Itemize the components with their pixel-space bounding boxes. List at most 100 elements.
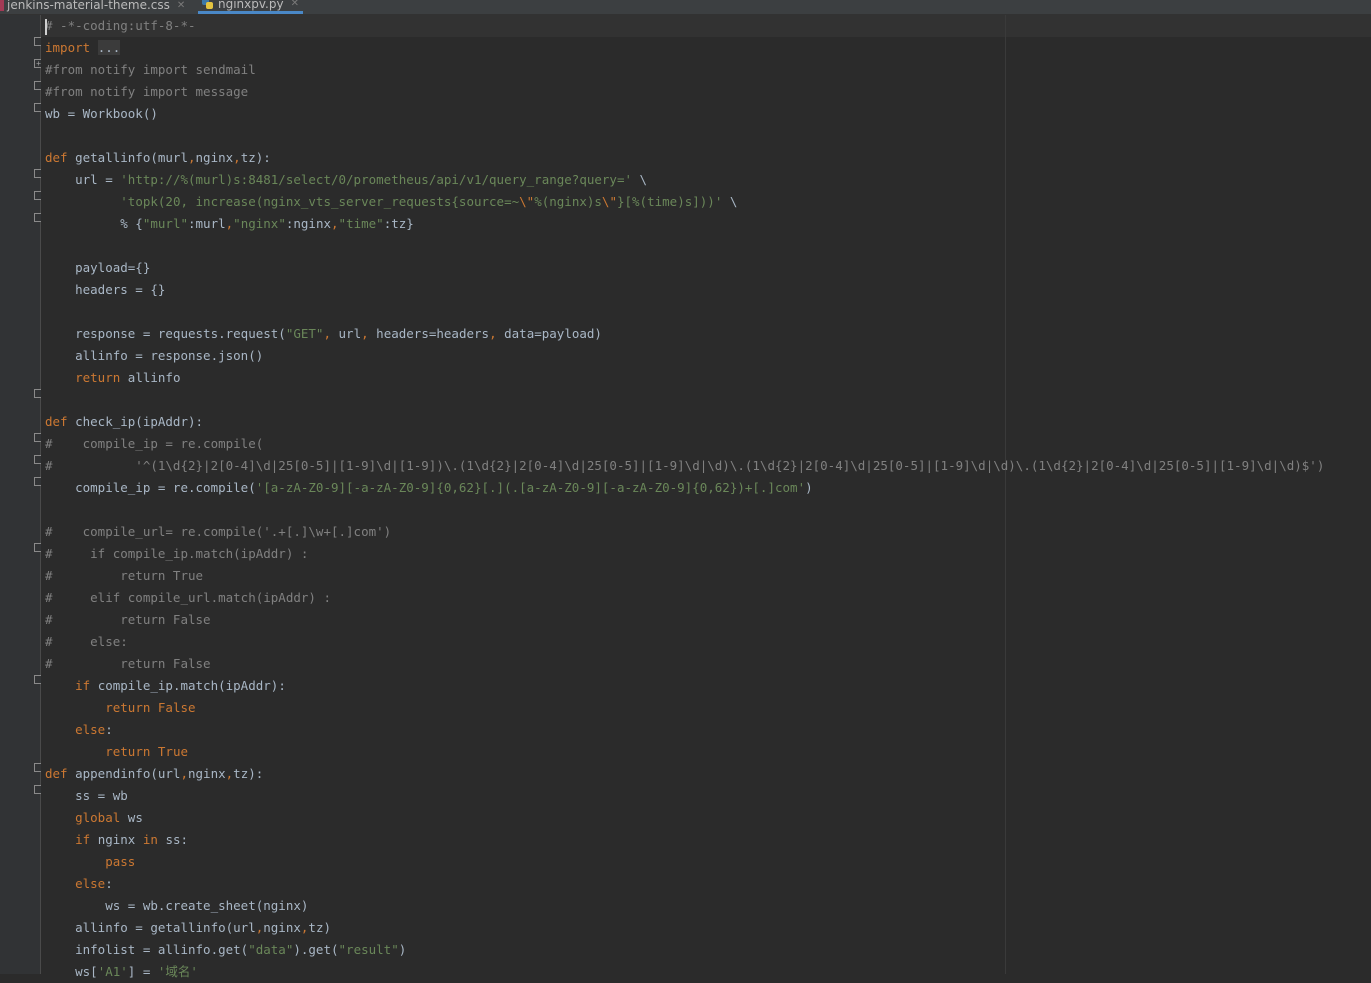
code-token: check_ip(ipAddr): [67,414,204,429]
keyword-token: in [142,832,158,847]
code-token: ss = wb [45,788,128,803]
code-token: compile_ip.match(ipAddr): [90,678,286,693]
keyword-token: global [75,810,121,825]
tab-python-file[interactable]: nginxpv.py ✕ [198,0,303,14]
keyword-token: , [489,326,497,341]
keyword-token: , [323,326,331,341]
code-line[interactable]: headers = {} [45,279,1324,301]
code-line[interactable]: payload={} [45,257,1324,279]
code-line[interactable]: infolist = allinfo.get("data").get("resu… [45,939,1324,961]
code-line[interactable]: def appendinfo(url,nginx,tz): [45,763,1324,785]
code-token: response = requests.request( [45,326,286,341]
string-token: "result" [338,942,399,957]
code-token: ).get( [293,942,339,957]
string-token: 'A1' [97,964,128,979]
code-line[interactable]: ws = wb.create_sheet(nginx) [45,895,1324,917]
code-line[interactable]: % {"murl":murl,"nginx":nginx,"time":tz} [45,213,1324,235]
code-token: nginx [90,832,143,847]
close-icon[interactable]: ✕ [177,0,185,11]
code-token: tz) [308,920,331,935]
code-line[interactable]: response = requests.request("GET", url, … [45,323,1324,345]
string-token: "murl" [142,216,188,231]
string-token: 'http://%(murl)s:8481/select/0/prometheu… [120,172,633,187]
code-line[interactable] [45,235,1324,257]
code-lines[interactable]: # -*-coding:utf-8-*- import ... #from noti… [45,15,1324,983]
keyword-token: , [331,216,339,231]
code-line[interactable]: 'topk(20, increase(nginx_vts_server_requ… [45,191,1324,213]
code-token: infolist = allinfo.get( [45,942,249,957]
code-line[interactable]: return False [45,697,1324,719]
string-token: "GET" [285,326,324,341]
code-token: :nginx [285,216,332,231]
code-line[interactable]: #from notify import message [45,81,1324,103]
folded-region: ... [97,40,121,55]
keyword-token: def [45,150,68,165]
code-line[interactable] [45,125,1324,147]
code-line[interactable]: return True [45,741,1324,763]
comment-token: # '^(1\d{2}|2[0-4]\d|25[0-5]|[1-9]\d|[1-… [45,458,1325,473]
code-token: url [331,326,362,341]
code-line[interactable]: # else: [45,631,1324,653]
code-token: allinfo = getallinfo(url [45,920,256,935]
code-line[interactable]: # compile_ip = re.compile( [45,433,1324,455]
code-line[interactable] [45,389,1324,411]
code-line[interactable]: ss = wb [45,785,1324,807]
comment-token: # return False [45,612,211,627]
tab-label: jenkins-material-theme.css [7,0,170,12]
code-line[interactable]: # elif compile_url.match(ipAddr) : [45,587,1324,609]
code-line[interactable]: # return True [45,565,1324,587]
keyword-token: , [180,766,188,781]
code-line[interactable]: return allinfo [45,367,1324,389]
code-line[interactable]: global ws [45,807,1324,829]
keyword-token: , [188,150,196,165]
code-line[interactable] [45,499,1324,521]
code-line[interactable]: def getallinfo(murl,nginx,tz): [45,147,1324,169]
code-token: url = [45,172,121,187]
code-line[interactable]: wb = Workbook() [45,103,1324,125]
comment-token: # if compile_ip.match(ipAddr) : [45,546,309,561]
code-line[interactable]: ws['A1'] = '域名' [45,961,1324,983]
code-line[interactable]: # -*-coding:utf-8-*- [45,15,1324,37]
keyword-token: import [45,40,91,55]
code-line[interactable]: import ... [45,37,1324,59]
code-line[interactable]: if nginx in ss: [45,829,1324,851]
code-line[interactable]: def check_ip(ipAddr): [45,411,1324,433]
keyword-token: return True [105,744,189,759]
line-gutter[interactable]: + [0,15,43,974]
tab-label: nginxpv.py [218,0,284,11]
code-token: % { [45,216,143,231]
code-line[interactable] [45,301,1324,323]
code-line[interactable]: compile_ip = re.compile('[a-zA-Z0-9][-a-… [45,477,1324,499]
comment-token: # elif compile_url.match(ipAddr) : [45,590,331,605]
keyword-token: pass [105,854,136,869]
code-line[interactable]: # return False [45,609,1324,631]
code-line[interactable]: # if compile_ip.match(ipAddr) : [45,543,1324,565]
code-line[interactable]: else: [45,719,1324,741]
code-line[interactable]: pass [45,851,1324,873]
code-token: getallinfo(murl [67,150,188,165]
code-token: nginx [195,150,234,165]
code-token: ws [120,810,143,825]
keyword-token: return [75,370,121,385]
code-line[interactable]: #from notify import sendmail [45,59,1324,81]
code-line[interactable]: allinfo = response.json() [45,345,1324,367]
code-line[interactable]: if compile_ip.match(ipAddr): [45,675,1324,697]
keyword-token: if [75,832,91,847]
text-caret [45,19,47,35]
tab-css-file[interactable]: jenkins-material-theme.css ✕ [0,0,185,14]
code-token: headers=headers [368,326,490,341]
keyword-token: def [45,414,68,429]
close-icon[interactable]: ✕ [291,0,299,9]
code-token: payload={} [45,260,151,275]
code-line[interactable]: else: [45,873,1324,895]
string-token: 'topk(20, increase(nginx_vts_server_requ… [120,194,520,209]
code-line[interactable]: # return False [45,653,1324,675]
code-token: allinfo = response.json() [45,348,264,363]
keyword-token: , [233,150,241,165]
code-line[interactable]: allinfo = getallinfo(url,nginx,tz) [45,917,1324,939]
code-line[interactable]: # '^(1\d{2}|2[0-4]\d|25[0-5]|[1-9]\d|[1-… [45,455,1324,477]
code-line[interactable]: # compile_url= re.compile('.+[.]\w+[.]co… [45,521,1324,543]
code-line[interactable]: url = 'http://%(murl)s:8481/select/0/pro… [45,169,1324,191]
